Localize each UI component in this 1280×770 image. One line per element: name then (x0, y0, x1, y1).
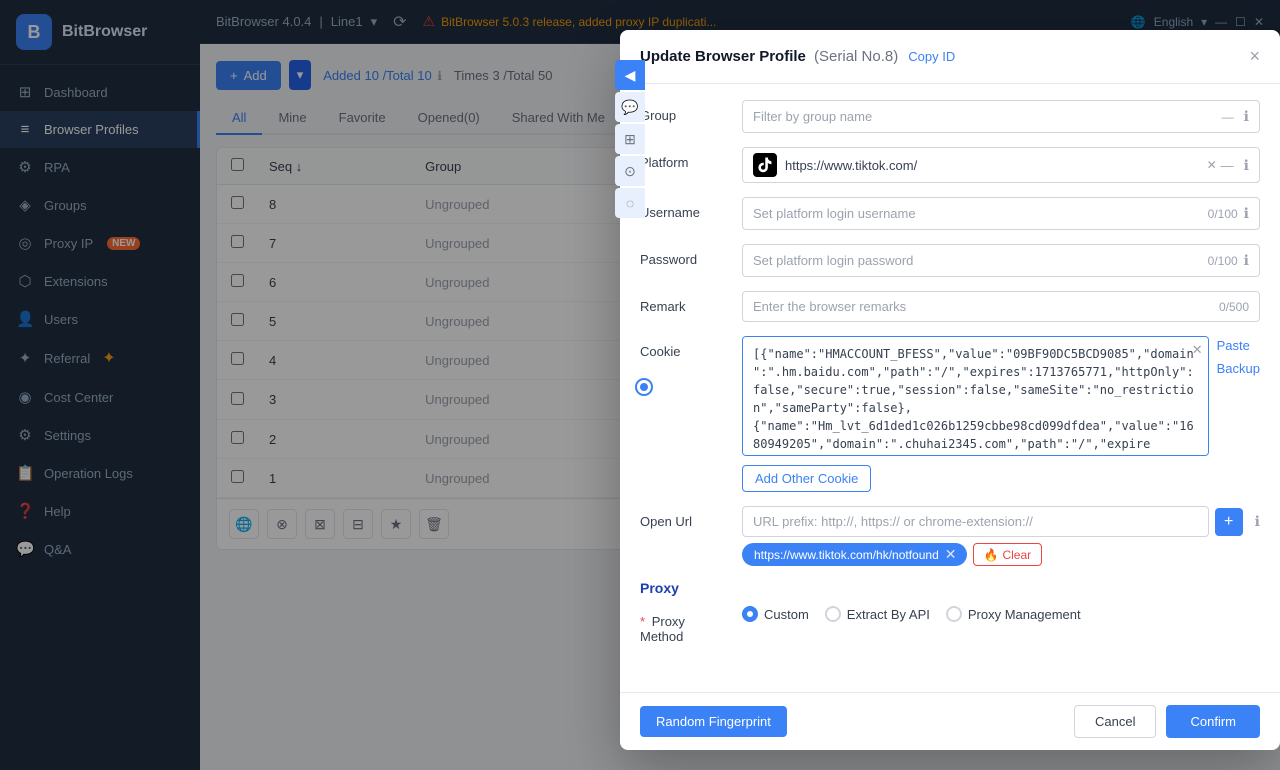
platform-label: Platform (640, 147, 730, 170)
proxy-custom-option[interactable]: Custom (742, 606, 809, 622)
username-input[interactable] (753, 206, 1208, 221)
username-counter: 0/100 (1208, 207, 1238, 221)
proxy-section-title: Proxy (640, 580, 1260, 596)
cookie-label: Cookie (640, 336, 730, 359)
modal-title: Update Browser Profile (Serial No.8) (640, 48, 898, 65)
side-icon-toggle[interactable]: ⊙ (615, 156, 645, 186)
remark-input[interactable] (753, 299, 1219, 314)
username-row: Username 0/100 ℹ (640, 197, 1260, 230)
remark-control: 0/500 (742, 291, 1260, 322)
cookie-action-buttons: Paste Backup (1209, 336, 1260, 378)
url-add-button[interactable]: + (1215, 508, 1243, 536)
modal-footer: Random Fingerprint Cancel Confirm (620, 692, 1280, 750)
cookie-paste-button[interactable]: Paste (1217, 336, 1260, 355)
password-input[interactable] (753, 253, 1208, 268)
proxy-method-label: * Proxy Method (640, 606, 730, 644)
remark-counter: 0/500 (1219, 300, 1249, 314)
username-control: 0/100 ℹ (742, 197, 1260, 230)
cookie-row: Cookie [{"name":"HMACCOUNT_BFESS","value… (640, 336, 1260, 492)
side-icon-chat[interactable]: 💬 (615, 92, 645, 122)
cookie-textarea[interactable]: [{"name":"HMACCOUNT_BFESS","value":"09BF… (742, 336, 1209, 456)
proxy-method-row: * Proxy Method Custom Extract By API (640, 606, 1260, 644)
proxy-custom-radio[interactable] (742, 606, 758, 622)
modal-body: Group — ℹ Platform ✕ — (620, 84, 1280, 692)
group-info-icon[interactable]: ℹ (1244, 108, 1249, 125)
password-counter: 0/100 (1208, 254, 1238, 268)
password-info-icon[interactable]: ℹ (1244, 252, 1249, 269)
platform-clear-icon[interactable]: ✕ (1207, 158, 1217, 172)
remark-label: Remark (640, 291, 730, 314)
side-icon-cards[interactable]: ⊞ (615, 124, 645, 154)
proxy-method-control: Custom Extract By API Proxy Management (742, 606, 1260, 622)
group-control: — ℹ (742, 100, 1260, 133)
open-url-label: Open Url (640, 506, 730, 529)
password-control: 0/100 ℹ (742, 244, 1260, 277)
url-tag: https://www.tiktok.com/hk/notfound ✕ (742, 543, 967, 566)
url-tags-area: https://www.tiktok.com/hk/notfound ✕ 🔥 C… (742, 543, 1260, 566)
copy-id-button[interactable]: Copy ID (908, 49, 955, 64)
side-icon-expand[interactable]: ◀ (615, 60, 645, 90)
platform-row: Platform ✕ — ℹ (640, 147, 1260, 183)
modal-close-button[interactable]: × (1249, 46, 1260, 67)
cookie-backup-button[interactable]: Backup (1217, 359, 1260, 378)
group-label: Group (640, 100, 730, 123)
username-info-icon[interactable]: ℹ (1244, 205, 1249, 222)
platform-info-icon[interactable]: ℹ (1244, 157, 1249, 174)
proxy-extract-api-radio[interactable] (825, 606, 841, 622)
open-url-control: + ℹ https://www.tiktok.com/hk/notfound ✕… (742, 506, 1260, 566)
confirm-button[interactable]: Confirm (1166, 705, 1260, 738)
password-row: Password 0/100 ℹ (640, 244, 1260, 277)
proxy-method-radio-group: Custom Extract By API Proxy Management (742, 606, 1260, 622)
remark-row: Remark 0/500 (640, 291, 1260, 322)
cookie-delete-icon[interactable]: ✕ (1192, 342, 1203, 358)
clear-url-button[interactable]: 🔥 Clear (973, 543, 1043, 566)
platform-logo-icon (753, 153, 777, 177)
group-row: Group — ℹ (640, 100, 1260, 133)
platform-input[interactable] (785, 158, 1207, 173)
open-url-input[interactable] (742, 506, 1209, 537)
update-profile-modal: Update Browser Profile (Serial No.8) Cop… (620, 30, 1280, 750)
proxy-management-option[interactable]: Proxy Management (946, 606, 1081, 622)
group-input[interactable] (753, 109, 1222, 124)
footer-action-buttons: Cancel Confirm (1074, 705, 1260, 738)
proxy-management-radio[interactable] (946, 606, 962, 622)
cookie-control: [{"name":"HMACCOUNT_BFESS","value":"09BF… (742, 336, 1260, 492)
add-other-cookie-button[interactable]: Add Other Cookie (742, 465, 871, 492)
platform-control: ✕ — ℹ (742, 147, 1260, 183)
proxy-extract-api-option[interactable]: Extract By API (825, 606, 930, 622)
cancel-button[interactable]: Cancel (1074, 705, 1156, 738)
modal-connector-dot (637, 380, 651, 394)
open-url-row: Open Url + ℹ https://www.tiktok.com/hk/n… (640, 506, 1260, 566)
clear-fire-icon: 🔥 (984, 548, 999, 562)
url-tag-close-icon[interactable]: ✕ (945, 546, 957, 563)
modal-header: Update Browser Profile (Serial No.8) Cop… (620, 30, 1280, 84)
side-panel: ◀ 💬 ⊞ ⊙ ◌ (615, 60, 645, 218)
username-label: Username (640, 197, 730, 220)
password-label: Password (640, 244, 730, 267)
proxy-section: Proxy * Proxy Method Custom Extract By (640, 580, 1260, 644)
random-fingerprint-button[interactable]: Random Fingerprint (640, 706, 787, 737)
side-icon-fingerprint[interactable]: ◌ (615, 188, 645, 218)
modal-title-area: Update Browser Profile (Serial No.8) Cop… (640, 48, 955, 65)
open-url-info-icon[interactable]: ℹ (1255, 513, 1260, 530)
